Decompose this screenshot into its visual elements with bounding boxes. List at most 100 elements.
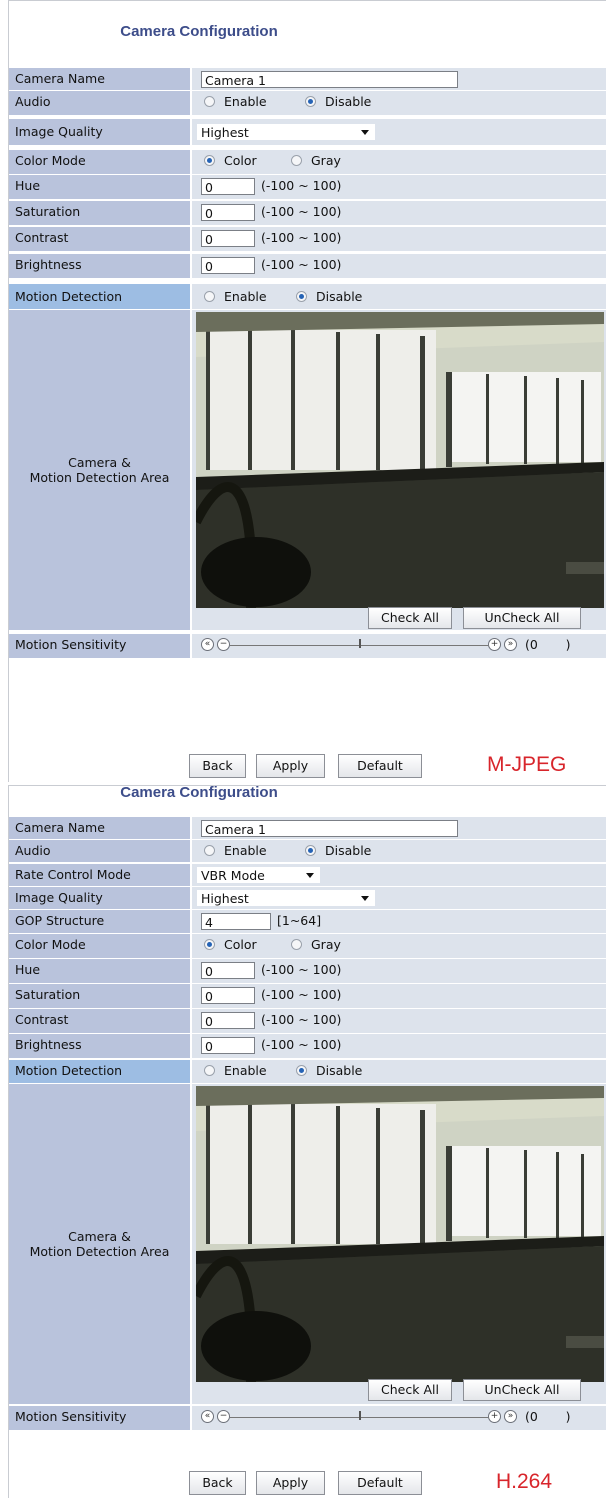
motion-enable-radio[interactable]: [204, 291, 215, 302]
camera-config-panel-h264: Camera Configuration Camera Name Camera …: [8, 784, 606, 1498]
camera-name-value-cell: Camera 1: [192, 68, 606, 90]
saturation-value-cell: 0 (-100 ~ 100): [192, 201, 606, 225]
image-quality-selected: Highest: [201, 125, 249, 140]
rate-control-select[interactable]: VBR Mode: [196, 866, 321, 884]
camera-preview[interactable]: [196, 312, 604, 608]
uncheck-all-button[interactable]: UnCheck All: [463, 607, 581, 629]
apply-button[interactable]: Apply: [256, 1471, 325, 1495]
camera-scene-image: [196, 1086, 604, 1382]
gop-structure-value-cell: 4 [1~64]: [192, 910, 606, 933]
hue-input[interactable]: 0: [201, 178, 255, 195]
camera-name-input[interactable]: Camera 1: [201, 820, 458, 837]
color-mode-value-cell: Color Gray: [192, 934, 606, 958]
motion-sensitivity-label: Motion Sensitivity: [9, 634, 190, 658]
contrast-range: (-100 ~ 100): [261, 1012, 342, 1027]
saturation-value-cell: 0 (-100 ~ 100): [192, 984, 606, 1008]
double-left-icon[interactable]: «: [201, 1410, 214, 1423]
check-all-button[interactable]: Check All: [368, 1379, 452, 1401]
audio-enable-label: Enable: [224, 843, 267, 858]
minus-icon[interactable]: −: [217, 1410, 230, 1423]
color-mode-row: Color Mode Color Gray: [9, 934, 606, 959]
image-quality-select[interactable]: Highest: [196, 123, 376, 141]
image-quality-label: Image Quality: [9, 887, 190, 909]
audio-enable-radio[interactable]: [204, 845, 215, 856]
color-mode-color-radio[interactable]: [204, 939, 215, 950]
motion-sensitivity-label: Motion Sensitivity: [9, 1406, 190, 1430]
motion-enable-radio[interactable]: [204, 1065, 215, 1076]
brightness-input[interactable]: 0: [201, 1037, 255, 1054]
double-right-icon[interactable]: »: [504, 638, 517, 651]
saturation-row: Saturation 0 (-100 ~ 100): [9, 201, 606, 226]
camera-preview[interactable]: [196, 1086, 604, 1382]
audio-enable-radio[interactable]: [204, 96, 215, 107]
camera-area-row: Camera & Motion Detection Area Check All…: [9, 1084, 606, 1405]
rate-control-row: Rate Control Mode VBR Mode: [9, 864, 606, 887]
saturation-row: Saturation 0 (-100 ~ 100): [9, 984, 606, 1009]
contrast-label: Contrast: [9, 1009, 190, 1033]
saturation-input[interactable]: 0: [201, 204, 255, 221]
motion-sensitivity-value-cell: « − + » (0 ): [192, 1406, 606, 1430]
brightness-range: (-100 ~ 100): [261, 257, 342, 272]
plus-icon[interactable]: +: [488, 1410, 501, 1423]
brightness-row: Brightness 0 (-100 ~ 100): [9, 1034, 606, 1059]
camera-area-label: Camera & Motion Detection Area: [9, 1084, 190, 1404]
uncheck-all-button[interactable]: UnCheck All: [463, 1379, 581, 1401]
saturation-input[interactable]: 0: [201, 987, 255, 1004]
default-button[interactable]: Default: [338, 754, 422, 778]
sensitivity-thumb[interactable]: [359, 1411, 361, 1420]
color-mode-color-radio[interactable]: [204, 155, 215, 166]
gop-structure-row: GOP Structure 4 [1~64]: [9, 910, 606, 934]
audio-disable-radio[interactable]: [305, 845, 316, 856]
color-mode-gray-label: Gray: [311, 937, 341, 952]
saturation-label: Saturation: [9, 201, 190, 225]
double-right-icon[interactable]: »: [504, 1410, 517, 1423]
gop-structure-input[interactable]: 4: [201, 913, 271, 930]
back-button[interactable]: Back: [189, 1471, 246, 1495]
apply-button[interactable]: Apply: [256, 754, 325, 778]
rate-control-selected: VBR Mode: [201, 868, 265, 883]
brightness-input[interactable]: 0: [201, 257, 255, 274]
motion-detection-value-cell: Enable Disable: [192, 284, 606, 309]
color-mode-gray-radio[interactable]: [291, 939, 302, 950]
camera-area-label-line2: Motion Detection Area: [29, 470, 170, 485]
audio-disable-radio[interactable]: [305, 96, 316, 107]
camera-area-row: Camera & Motion Detection Area Check All…: [9, 310, 606, 631]
check-all-button[interactable]: Check All: [368, 607, 452, 629]
motion-detection-label: Motion Detection: [9, 284, 190, 309]
camera-area-label: Camera & Motion Detection Area: [9, 310, 190, 630]
camera-name-value-cell: Camera 1: [192, 817, 606, 839]
sensitivity-readout: (0 ): [525, 637, 571, 652]
motion-detection-row: Motion Detection Enable Disable: [9, 284, 606, 310]
image-quality-select[interactable]: Highest: [196, 889, 376, 907]
plus-icon[interactable]: +: [488, 638, 501, 651]
color-mode-color-label: Color: [224, 153, 257, 168]
audio-disable-label: Disable: [325, 94, 372, 109]
default-button[interactable]: Default: [338, 1471, 422, 1495]
camera-name-input[interactable]: Camera 1: [201, 71, 458, 88]
back-button[interactable]: Back: [189, 754, 246, 778]
codec-label: M-JPEG: [487, 753, 567, 776]
contrast-value-cell: 0 (-100 ~ 100): [192, 227, 606, 251]
double-left-icon[interactable]: «: [201, 638, 214, 651]
motion-disable-radio[interactable]: [296, 1065, 307, 1076]
saturation-label: Saturation: [9, 984, 190, 1008]
contrast-input[interactable]: 0: [201, 1012, 255, 1029]
contrast-input[interactable]: 0: [201, 230, 255, 247]
motion-enable-label: Enable: [224, 289, 267, 304]
contrast-range: (-100 ~ 100): [261, 230, 342, 245]
color-mode-label: Color Mode: [9, 934, 190, 958]
hue-input[interactable]: 0: [201, 962, 255, 979]
motion-enable-label: Enable: [224, 1063, 267, 1078]
hue-label: Hue: [9, 175, 190, 199]
camera-area-label-line1: Camera &: [68, 455, 131, 470]
camera-name-label: Camera Name: [9, 817, 190, 839]
camera-area-cell: Check All UnCheck All: [192, 1084, 606, 1404]
motion-disable-radio[interactable]: [296, 291, 307, 302]
contrast-row: Contrast 0 (-100 ~ 100): [9, 227, 606, 252]
minus-icon[interactable]: −: [217, 638, 230, 651]
image-quality-value-cell: Highest: [192, 119, 606, 145]
audio-row: Audio Enable Disable: [9, 840, 606, 863]
page-title: Camera Configuration: [120, 784, 278, 801]
color-mode-gray-radio[interactable]: [291, 155, 302, 166]
sensitivity-thumb[interactable]: [359, 639, 361, 648]
